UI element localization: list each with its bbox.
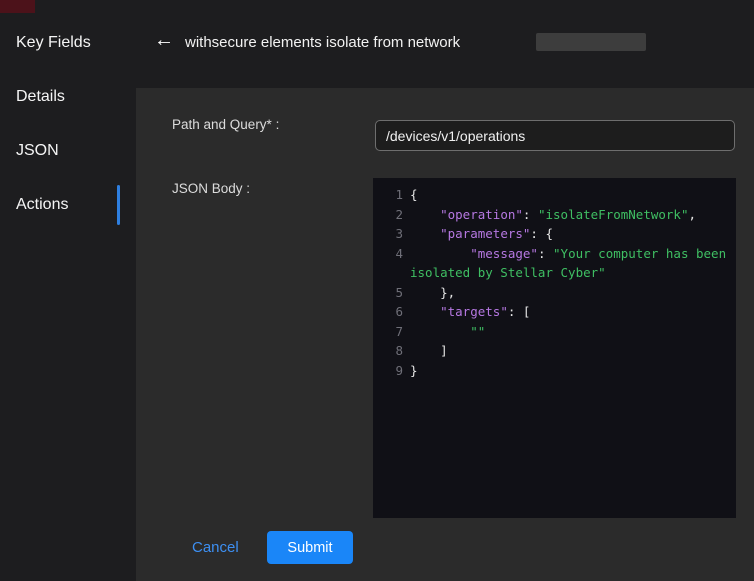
line-number: 2 xyxy=(381,205,403,225)
line-number: 8 xyxy=(381,341,403,361)
code-editor[interactable]: 1{2 "operation": "isolateFromNetwork",3 … xyxy=(373,178,736,518)
code-line: 6 "targets": [ xyxy=(381,302,728,322)
submit-button[interactable]: Submit xyxy=(267,531,353,564)
main-panel: Path and Query* : JSON Body : 1{2 "opera… xyxy=(136,88,754,581)
code-line: 4 "message": "Your computer has been iso… xyxy=(381,244,728,283)
code-line-content: "operation": "isolateFromNetwork", xyxy=(410,205,728,225)
code-line-content: "targets": [ xyxy=(410,302,728,322)
sidebar-item-details[interactable]: Details xyxy=(0,70,120,124)
code-line-content: }, xyxy=(410,283,728,303)
code-line-content: "message": "Your computer has been isola… xyxy=(410,244,728,283)
sidebar-item-actions[interactable]: Actions xyxy=(0,178,120,232)
line-number: 3 xyxy=(381,224,403,244)
path-query-label: Path and Query* : xyxy=(172,117,279,132)
sidebar-item-json[interactable]: JSON xyxy=(0,124,120,178)
redacted-text-block xyxy=(536,33,646,51)
code-line-content: "parameters": { xyxy=(410,224,728,244)
code-line-content: ] xyxy=(410,341,728,361)
line-number: 4 xyxy=(381,244,403,283)
sidebar-item-key-fields[interactable]: Key Fields xyxy=(0,16,120,70)
code-line-content: "" xyxy=(410,322,728,342)
page-title: withsecure elements isolate from network xyxy=(185,34,460,51)
back-arrow-icon[interactable]: ← xyxy=(154,29,174,51)
sidebar: Key FieldsDetailsJSONActions xyxy=(0,0,120,581)
code-line: 7 "" xyxy=(381,322,728,342)
code-line: 5 }, xyxy=(381,283,728,303)
cancel-button[interactable]: Cancel xyxy=(192,539,239,556)
json-body-label: JSON Body : xyxy=(172,181,250,196)
code-line: 8 ] xyxy=(381,341,728,361)
line-number: 7 xyxy=(381,322,403,342)
code-line-content: } xyxy=(410,361,728,381)
code-line: 2 "operation": "isolateFromNetwork", xyxy=(381,205,728,225)
code-line-content: { xyxy=(410,185,728,205)
code-line: 3 "parameters": { xyxy=(381,224,728,244)
path-query-input[interactable] xyxy=(375,120,735,151)
line-number: 5 xyxy=(381,283,403,303)
code-line: 9} xyxy=(381,361,728,381)
code-line: 1{ xyxy=(381,185,728,205)
line-number: 1 xyxy=(381,185,403,205)
line-number: 6 xyxy=(381,302,403,322)
line-number: 9 xyxy=(381,361,403,381)
